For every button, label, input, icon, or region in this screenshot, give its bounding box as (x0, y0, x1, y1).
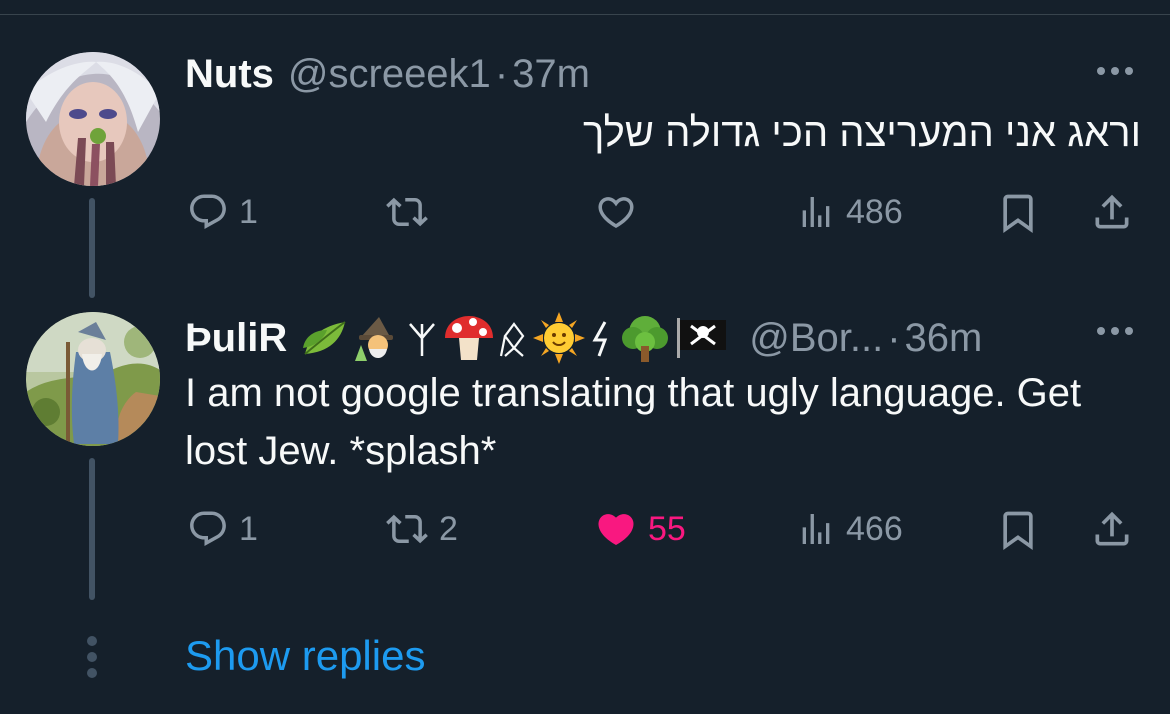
views-icon (802, 514, 830, 544)
share-button[interactable] (1090, 190, 1134, 234)
share-icon (1095, 194, 1129, 229)
share-icon (1095, 511, 1129, 546)
more-replies-indicator (87, 636, 97, 678)
thread-line (89, 458, 95, 600)
avatar[interactable] (26, 312, 160, 446)
pirate-flag-emoji (677, 318, 727, 358)
views-count: 466 (846, 509, 903, 548)
tweet-text: וראג אני המעריצה הכי גדולה שלך (583, 111, 1141, 155)
divider (0, 14, 1170, 15)
timestamp[interactable]: 37m (512, 52, 590, 96)
bookmark-button[interactable] (996, 191, 1040, 235)
more-options-button[interactable] (1097, 327, 1133, 335)
tree-emoji (622, 316, 669, 362)
retweet-icon (386, 197, 428, 227)
more-options-button[interactable] (1097, 67, 1133, 75)
mushroom-emoji (445, 316, 494, 360)
tweet-header: ÞuliR @Bor... · 36m (185, 312, 982, 364)
views-icon (802, 197, 830, 227)
timestamp[interactable]: 36m (905, 316, 983, 360)
name-emojis (301, 312, 735, 364)
leaves-emoji (303, 321, 346, 355)
separator: · (494, 52, 509, 96)
display-name[interactable]: Nuts (185, 52, 274, 96)
rune-algiz (409, 323, 436, 356)
separator: · (887, 316, 901, 360)
share-button[interactable] (1090, 507, 1134, 551)
retweet-button[interactable] (385, 191, 439, 233)
reply-count: 1 (239, 509, 258, 548)
heart-icon (598, 197, 634, 229)
like-count: 55 (648, 509, 686, 548)
tweet-text: I am not google translating that ugly la… (185, 371, 1082, 473)
sun-face-emoji (533, 312, 586, 364)
handle[interactable]: @Bor... (749, 316, 883, 360)
reply-count: 1 (239, 192, 258, 231)
rune-othala (500, 322, 525, 357)
retweet-count: 2 (439, 509, 458, 548)
heart-filled-icon (598, 514, 634, 546)
reply-icon (190, 511, 226, 546)
like-button[interactable] (594, 191, 638, 233)
thread-line (89, 198, 95, 298)
bookmark-button[interactable] (996, 508, 1040, 552)
like-button[interactable]: 55 (594, 508, 686, 550)
reply-button[interactable]: 1 (187, 191, 258, 233)
lightning-rune (592, 321, 608, 357)
reply-icon (190, 194, 226, 229)
retweet-button[interactable]: 2 (385, 508, 458, 550)
views-button[interactable]: 486 (796, 191, 903, 233)
show-replies-link[interactable]: Show replies (185, 632, 425, 680)
avatar[interactable] (26, 52, 160, 186)
reply-button[interactable]: 1 (187, 508, 258, 550)
tweet-header: Nuts @screeek1 · 37m (185, 52, 590, 96)
handle[interactable]: @screeek1 (288, 52, 491, 96)
bookmark-icon (1003, 194, 1033, 234)
display-name[interactable]: ÞuliR (185, 316, 287, 360)
views-button[interactable]: 466 (796, 508, 903, 550)
retweet-icon (386, 514, 428, 544)
views-count: 486 (846, 192, 903, 231)
mage-emoji (355, 317, 394, 361)
bookmark-icon (1003, 511, 1033, 551)
